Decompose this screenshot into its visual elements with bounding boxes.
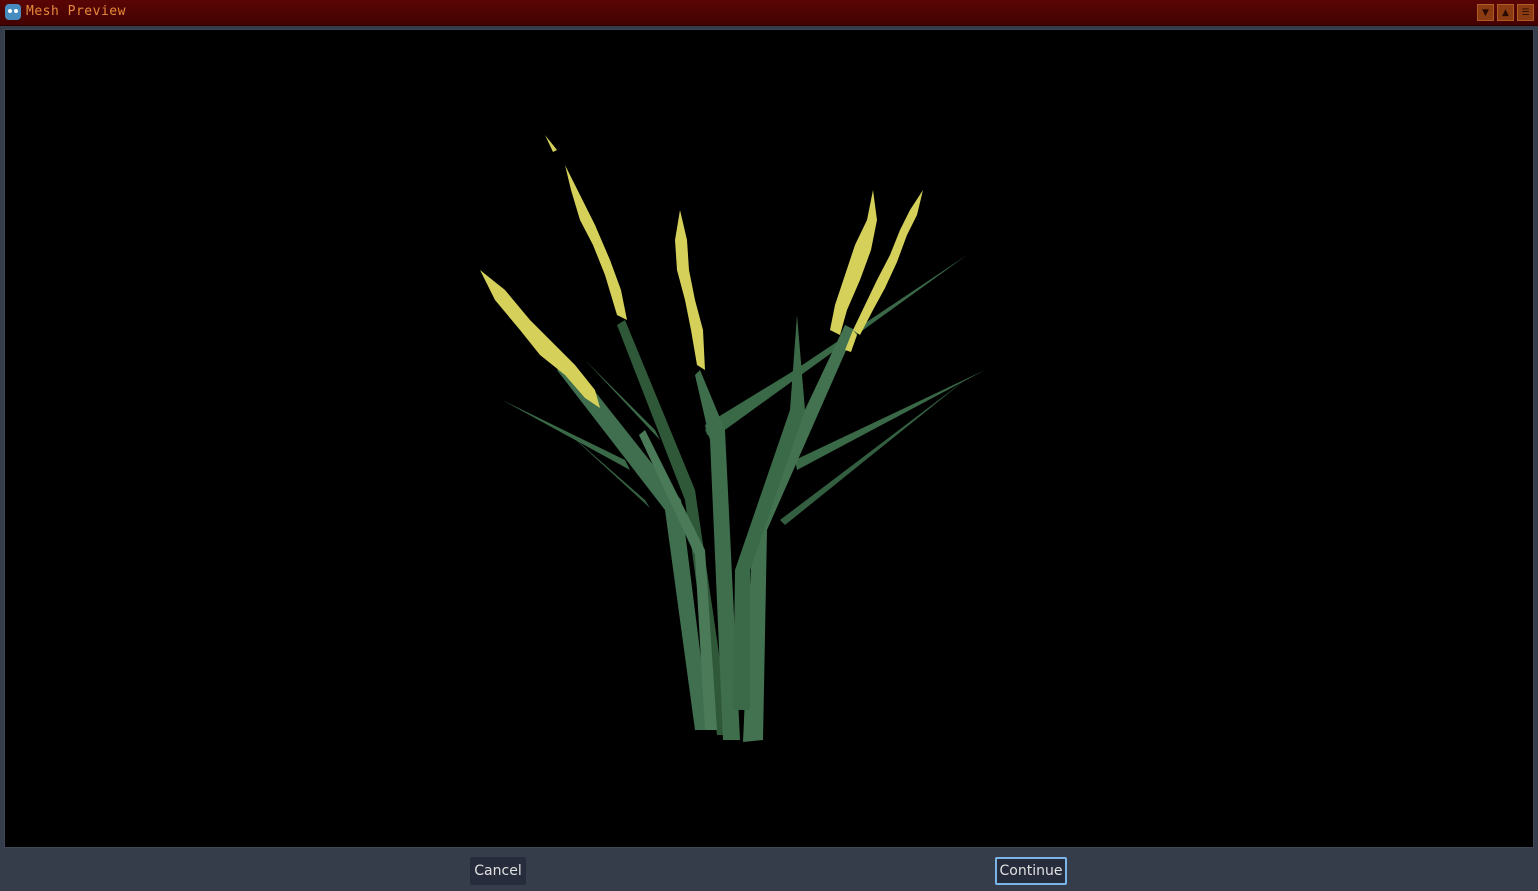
window-title: Mesh Preview [26,4,126,19]
seed-head [675,210,705,370]
dialog-footer [0,848,1538,891]
grass-blade [780,380,965,525]
godot-engine-icon [5,4,21,20]
minimize-icon[interactable]: ▼ [1477,4,1494,21]
seed-head [545,135,557,152]
grass-mesh-preview [480,135,985,742]
grass-blade [557,360,710,730]
seed-head [565,165,627,320]
maximize-icon[interactable]: ▲ [1497,4,1514,21]
menu-icon[interactable]: ☰ [1517,4,1534,21]
cancel-button[interactable]: Cancel [470,857,526,885]
continue-button[interactable]: Continue [995,857,1067,885]
seed-head [480,270,600,408]
title-bar[interactable]: Mesh Preview ▼ ▲ ☰ [0,0,1538,26]
mesh-viewport[interactable] [4,29,1534,848]
grass-mesh [480,135,985,742]
mesh-preview-dialog: Mesh Preview ▼ ▲ ☰ Cancel Continue [0,0,1538,891]
